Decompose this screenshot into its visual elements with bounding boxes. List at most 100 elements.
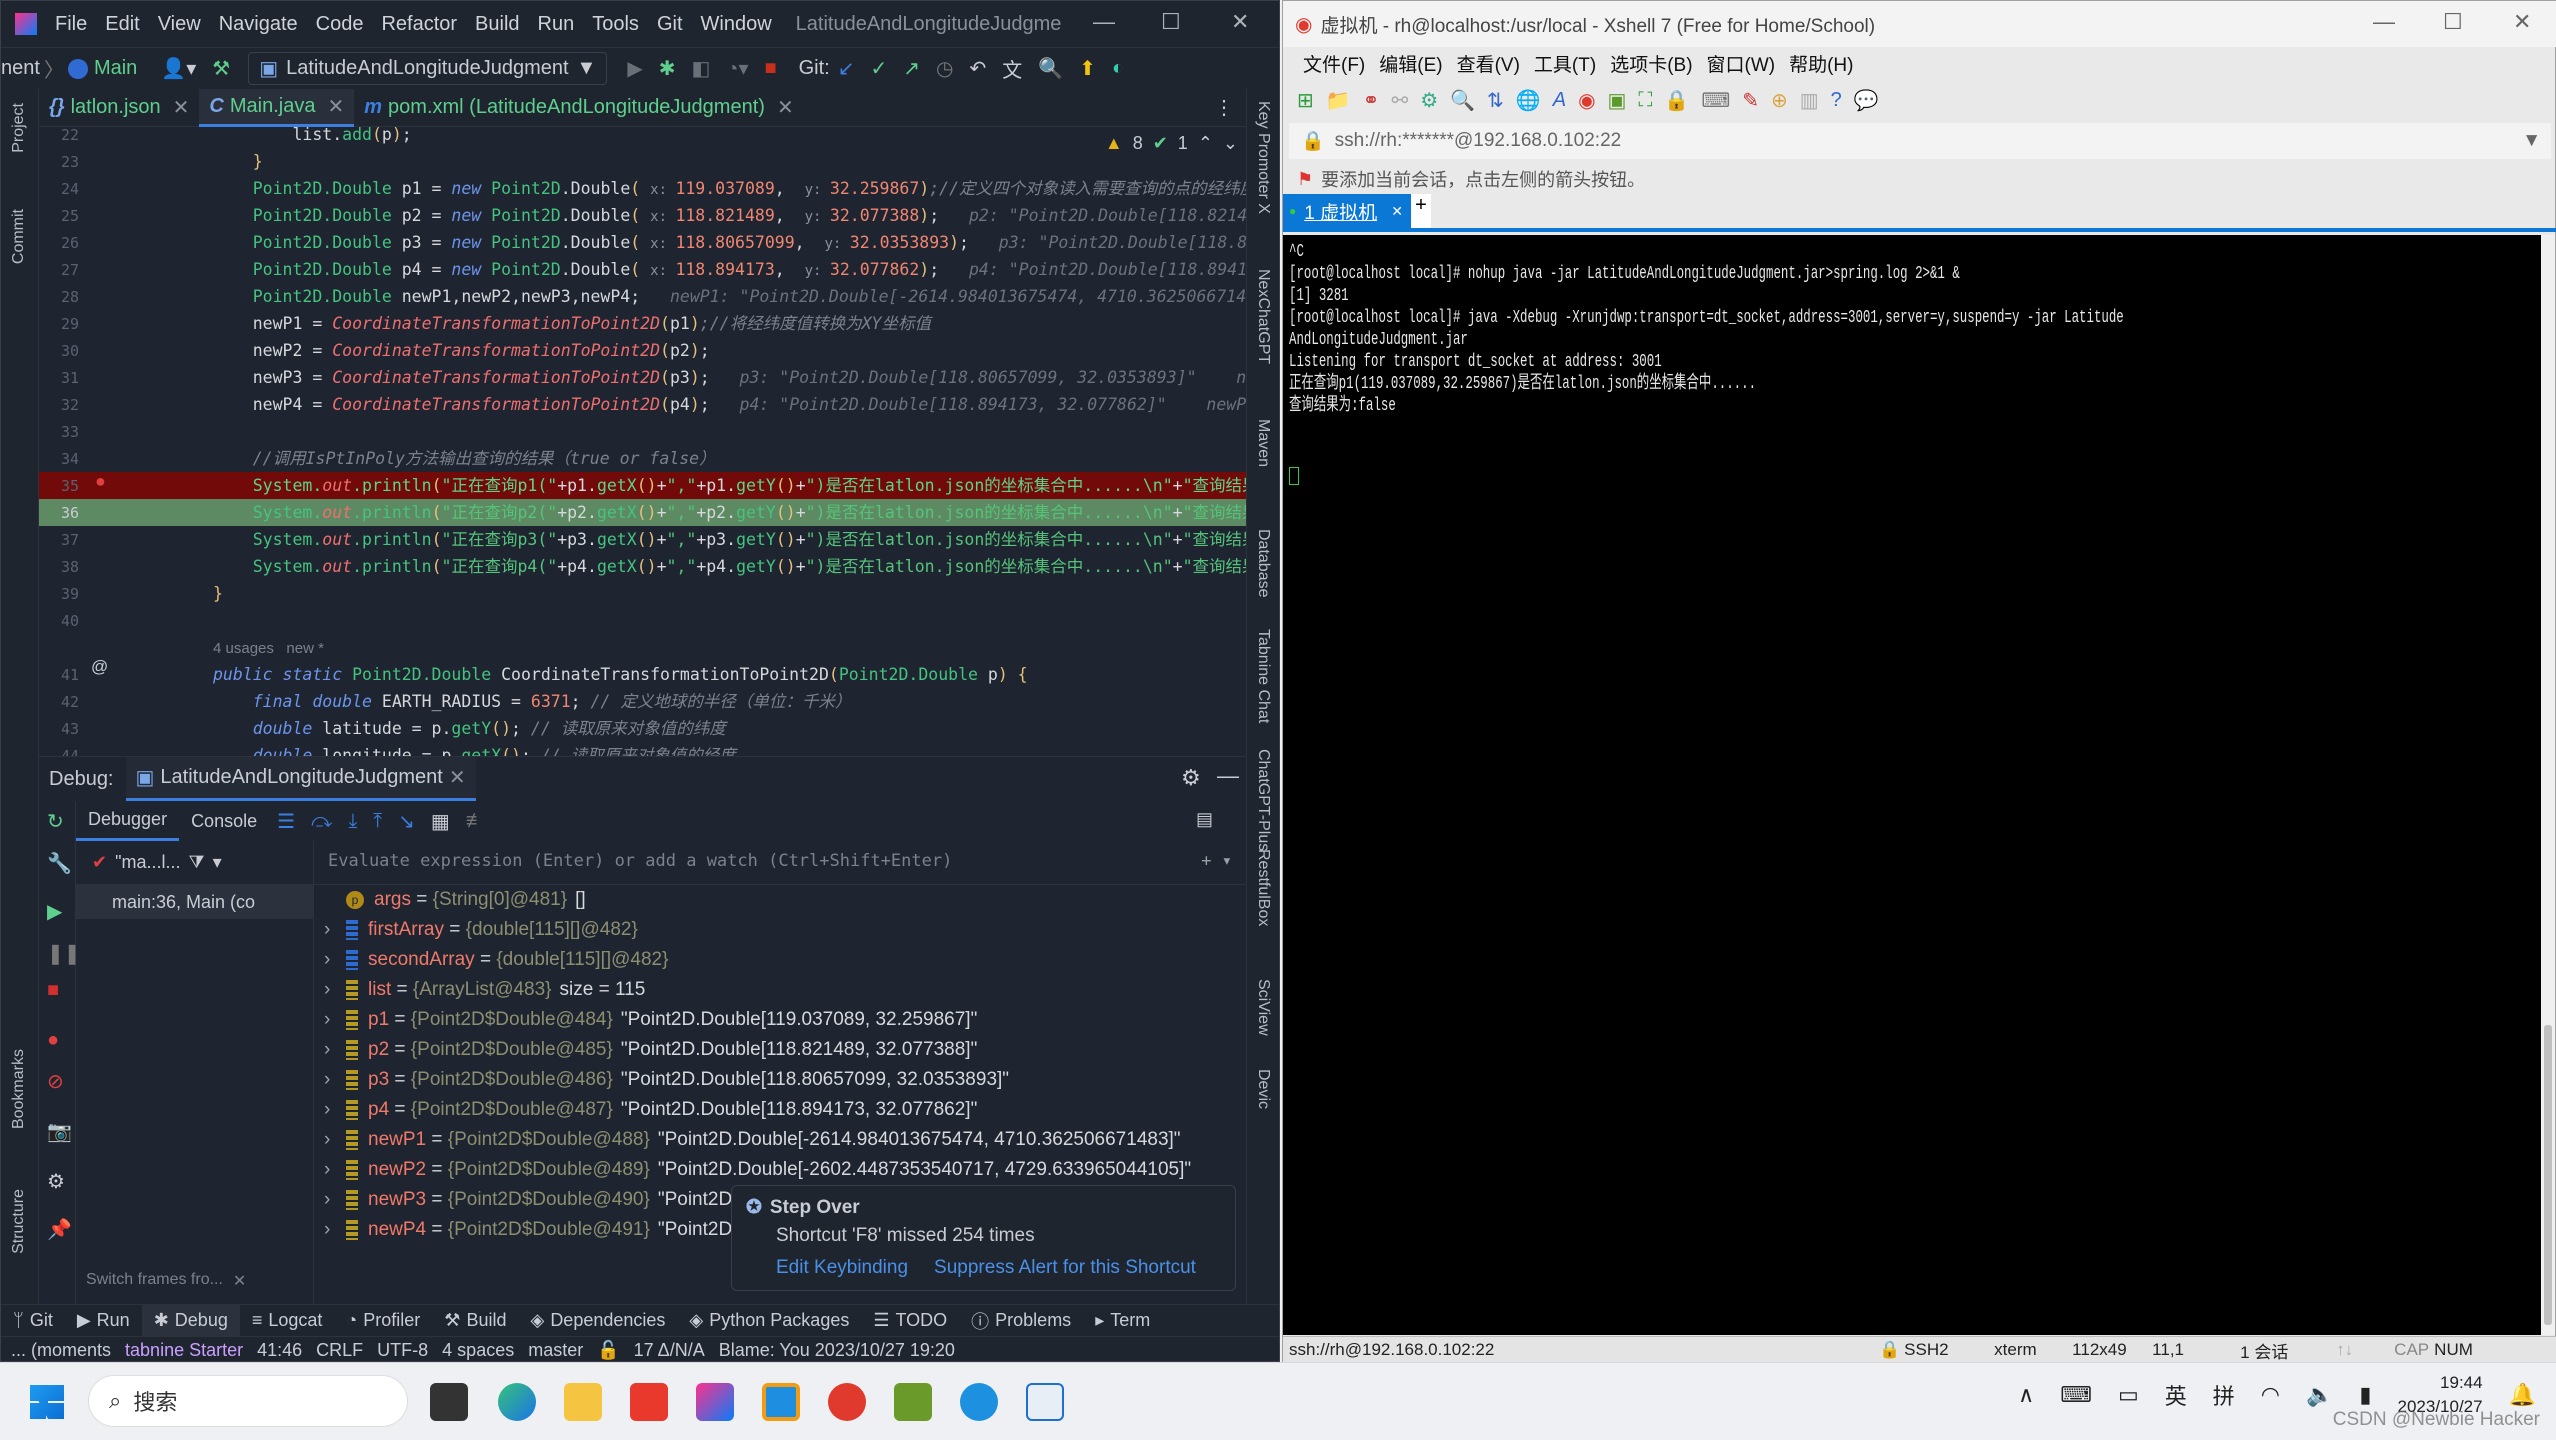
- update-icon[interactable]: ⬆: [1079, 56, 1096, 81]
- breadcrumb-main[interactable]: Main: [94, 57, 137, 80]
- tool-tab-logcat[interactable]: ≡ Logcat: [240, 1305, 335, 1337]
- bookmarks-tool-button[interactable]: Bookmarks: [10, 1049, 28, 1129]
- variable-row[interactable]: › firstArray = {double[115][]@482}: [314, 915, 1246, 945]
- chevron-down-icon[interactable]: ▼: [2522, 130, 2541, 152]
- tool-tab-run[interactable]: ▶ Run: [65, 1305, 142, 1337]
- session-count[interactable]: 1 会话: [2240, 1338, 2336, 1363]
- xshell-menu-item[interactable]: 文件(F): [1303, 50, 1365, 77]
- variable-row[interactable]: › list = {ArrayList@483} size = 115: [314, 975, 1246, 1005]
- minimize-button[interactable]: —: [1093, 9, 1115, 35]
- menu-code[interactable]: Code: [316, 13, 364, 36]
- task-view-button[interactable]: [430, 1383, 468, 1421]
- chevron-right-icon[interactable]: ›: [324, 1065, 346, 1095]
- find-icon[interactable]: 🔍: [1450, 88, 1475, 113]
- add-watch-icon[interactable]: + ▾: [1201, 851, 1232, 871]
- xshell-menu-item[interactable]: 帮助(H): [1789, 50, 1853, 77]
- font-icon[interactable]: A: [1553, 89, 1566, 112]
- stop-icon[interactable]: ■: [47, 979, 59, 1002]
- tool-tabnine-chat[interactable]: Tabnine Chat: [1254, 629, 1272, 723]
- chevron-right-icon[interactable]: ›: [324, 1005, 346, 1035]
- breakpoint-icon[interactable]: ●: [95, 471, 106, 492]
- tool-tab-problems[interactable]: ⓘ Problems: [959, 1305, 1083, 1337]
- search-icon[interactable]: 🔍: [1038, 56, 1063, 81]
- tool-tab-profiler[interactable]: ◔ Profiler: [334, 1305, 432, 1337]
- pin-icon[interactable]: 📌: [47, 1217, 72, 1242]
- debug-bug-icon[interactable]: ✱: [659, 56, 676, 81]
- terminal[interactable]: ^C [root@localhost local]# nohup java -ja…: [1283, 235, 2541, 1335]
- file-encoding[interactable]: UTF-8: [377, 1340, 428, 1361]
- xshell-menu-item[interactable]: 编辑(E): [1379, 50, 1442, 77]
- tool-devic[interactable]: Devic: [1254, 1069, 1272, 1109]
- terminal-scrollbar[interactable]: [2541, 235, 2555, 1335]
- chevron-right-icon[interactable]: ›: [324, 975, 346, 1005]
- git-branch[interactable]: master: [528, 1340, 583, 1361]
- tool-tab-dependencies[interactable]: ◈ Dependencies: [518, 1305, 677, 1337]
- wps-app[interactable]: [630, 1383, 668, 1421]
- new-session-icon[interactable]: ⊞: [1297, 88, 1314, 113]
- battery-icon[interactable]: ▮: [2359, 1382, 2371, 1408]
- app-icon[interactable]: [762, 1383, 800, 1421]
- session-tab[interactable]: ● 1 虚拟机 ✕: [1283, 194, 1411, 228]
- close-icon[interactable]: ✕: [1391, 203, 1403, 220]
- code-editor[interactable]: 22 list.add(p); 23 } 24 Point2D.Double p1 …: [39, 127, 1246, 756]
- git-blame[interactable]: Blame: You 2023/10/27 19:20: [719, 1340, 955, 1361]
- run-icon[interactable]: ▶: [627, 56, 642, 81]
- profile-icon[interactable]: ◔▾: [726, 56, 748, 81]
- bookmark-arrow-icon[interactable]: ⚑: [1297, 169, 1313, 190]
- chevron-right-icon[interactable]: ›: [324, 945, 346, 975]
- close-icon[interactable]: ✕: [449, 765, 466, 790]
- menu-refactor[interactable]: Refactor: [381, 13, 457, 36]
- tool-tab-git[interactable]: ᛘ Git: [1, 1305, 65, 1337]
- variable-row[interactable]: › p4 = {Point2D$Double@487} "Point2D.Doubl…: [314, 1095, 1246, 1125]
- open-folder-icon[interactable]: 📁: [1326, 88, 1351, 113]
- coverage-icon[interactable]: ◧: [692, 56, 711, 81]
- variable-row[interactable]: › newP1 = {Point2D$Double@488} "Point2D.Do…: [314, 1125, 1246, 1155]
- thread-selector[interactable]: ✔ "ma...l... ⧩ ▾: [76, 841, 313, 885]
- git-update-icon[interactable]: ↙: [838, 56, 855, 81]
- menu-view[interactable]: View: [158, 13, 201, 36]
- step-out-icon[interactable]: ⤒: [373, 810, 382, 833]
- xftp-app[interactable]: [894, 1383, 932, 1421]
- trace-icon[interactable]: ≢: [466, 810, 486, 833]
- step-over-icon[interactable]: ⤼: [311, 810, 332, 833]
- chevron-right-icon[interactable]: ›: [324, 1155, 346, 1185]
- disconnect-icon[interactable]: ⚯: [1391, 88, 1408, 113]
- variable-row[interactable]: › p2 = {Point2D$Double@485} "Point2D.Doubl…: [314, 1035, 1246, 1065]
- show-execution-point-icon[interactable]: ☰: [277, 809, 295, 834]
- run-to-cursor-icon[interactable]: ↘: [398, 809, 415, 834]
- rollback-icon[interactable]: ↶: [970, 56, 987, 81]
- tool-database[interactable]: Database: [1254, 529, 1272, 598]
- editor-tab[interactable]: {} latlon.json ✕: [39, 89, 199, 127]
- layout-icon[interactable]: ▤: [1196, 809, 1213, 830]
- taskbar-search[interactable]: ⌕ 搜索: [88, 1375, 408, 1427]
- menu-run[interactable]: Run: [538, 13, 575, 36]
- ime-mode[interactable]: 拼: [2213, 1379, 2235, 1411]
- app-icon[interactable]: [960, 1383, 998, 1421]
- stop-icon[interactable]: ■: [765, 57, 777, 80]
- properties-icon[interactable]: ⚙: [1420, 88, 1438, 113]
- menu-edit[interactable]: Edit: [105, 13, 139, 36]
- variable-row[interactable]: p args = {String[0]@481} []: [314, 885, 1246, 915]
- view-breakpoints-icon[interactable]: ●: [47, 1029, 59, 1052]
- app-icon[interactable]: [1026, 1383, 1064, 1421]
- lock-icon[interactable]: 🔒: [1664, 88, 1689, 113]
- run-configuration-select[interactable]: ▣ LatitudeAndLongitudeJudgment ▼: [248, 52, 608, 85]
- prev-highlight-icon[interactable]: ⌃: [1198, 133, 1213, 154]
- tool-nexchatgpt[interactable]: NexChatGPT: [1254, 269, 1272, 364]
- xshell-app[interactable]: [828, 1383, 866, 1421]
- xshell-menu-item[interactable]: 查看(V): [1457, 50, 1520, 77]
- breadcrumb-project[interactable]: nent: [1, 57, 40, 80]
- next-highlight-icon[interactable]: ⌄: [1223, 133, 1238, 154]
- xshell-menu-item[interactable]: 工具(T): [1534, 50, 1596, 77]
- evaluate-expression-input[interactable]: Evaluate expression (Enter) or add a wat…: [314, 841, 1246, 885]
- indent-setting[interactable]: 4 spaces: [442, 1340, 514, 1361]
- chevron-right-icon[interactable]: ›: [324, 1215, 346, 1245]
- menu-window[interactable]: Window: [701, 13, 772, 36]
- start-button[interactable]: [30, 1385, 64, 1419]
- tab-debugger[interactable]: Debugger: [76, 801, 180, 841]
- history-icon[interactable]: ◷: [936, 56, 953, 81]
- codeium-icon[interactable]: ◐: [1112, 57, 1124, 80]
- step-into-icon[interactable]: ⤓: [348, 810, 357, 833]
- translate-icon[interactable]: 文: [1002, 54, 1022, 83]
- globe-icon[interactable]: 🌐: [1516, 88, 1541, 113]
